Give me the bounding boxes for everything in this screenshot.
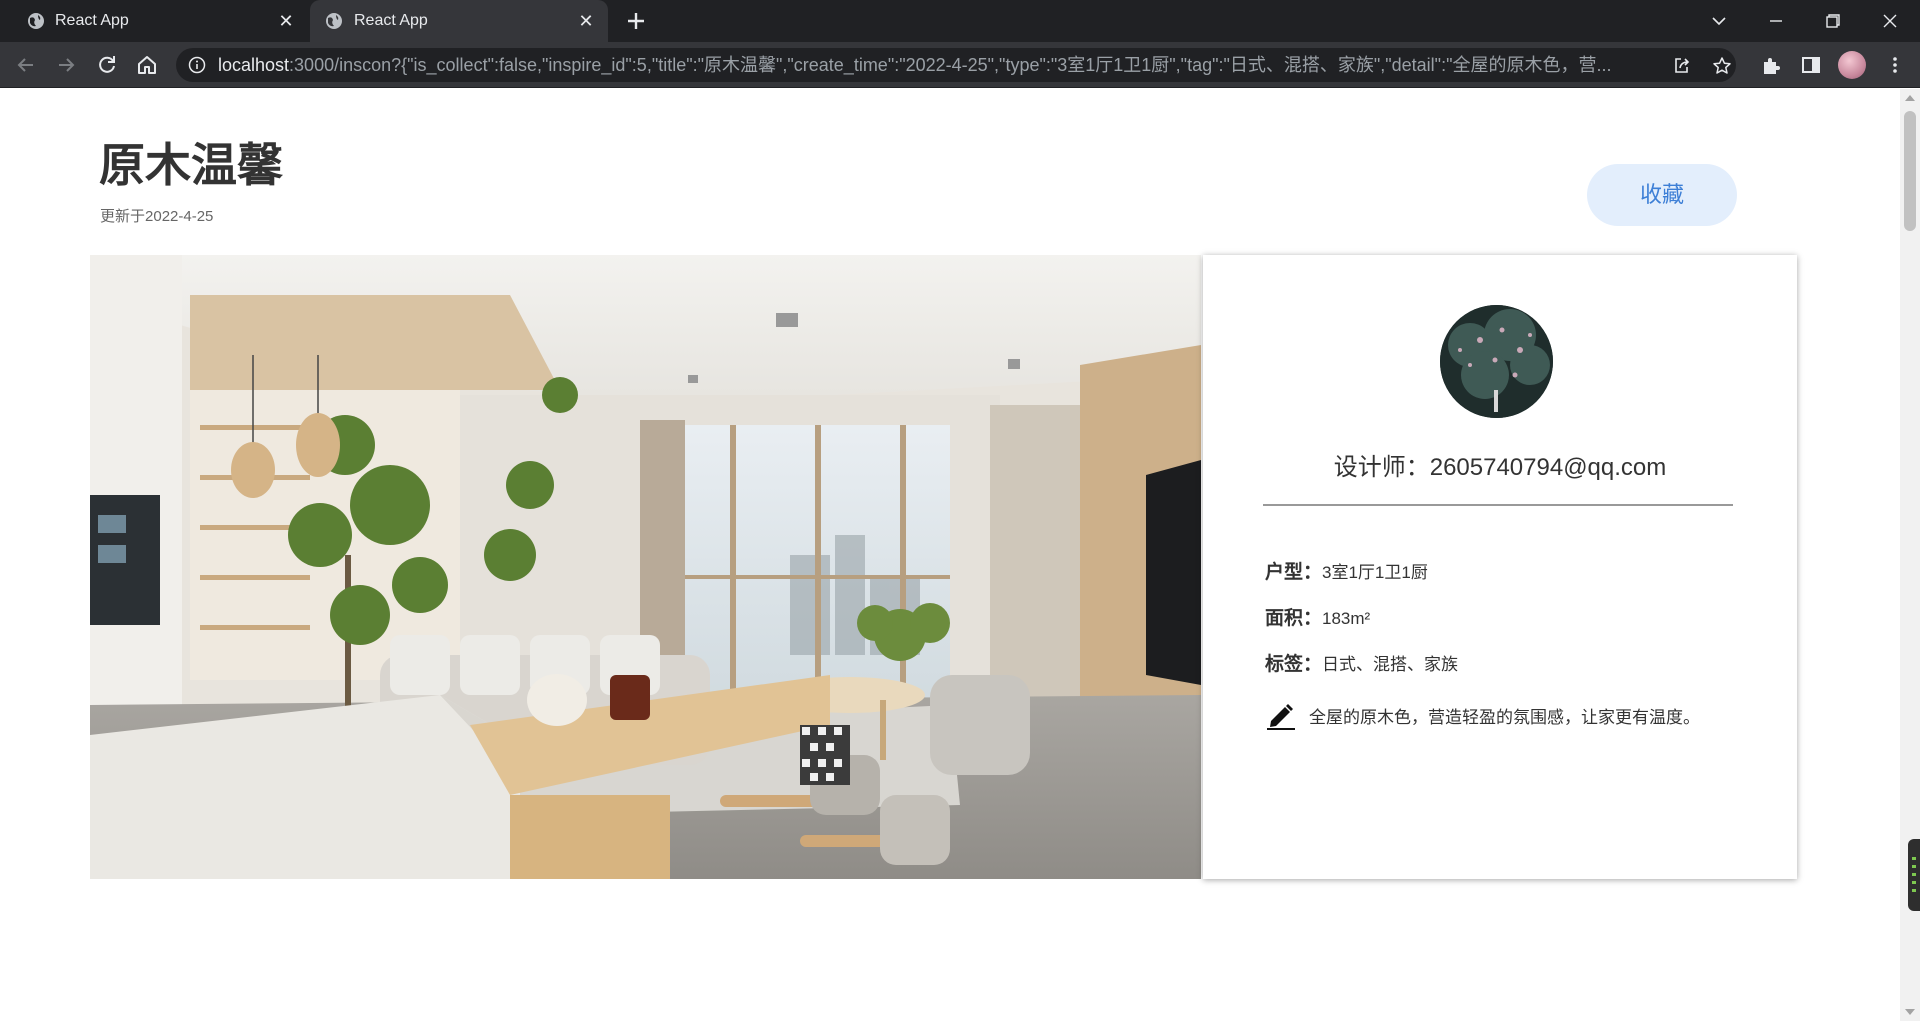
tab-title: React App <box>55 12 129 29</box>
close-icon[interactable]: ✕ <box>576 11 596 31</box>
description: 全屋的原木色，营造轻盈的氛围感，让家更有温度。 <box>1265 699 1700 731</box>
menu-icon[interactable] <box>1884 54 1906 76</box>
collect-button[interactable]: 收藏 <box>1587 164 1737 226</box>
updated-time: 更新于2022-4-25 <box>100 205 213 226</box>
detail-row-tags: 标签：日式、混搭、家族 <box>1265 649 1458 676</box>
scroll-up-arrow[interactable] <box>1905 95 1915 101</box>
home-icon[interactable] <box>135 53 159 77</box>
address-host: localhost <box>218 55 290 75</box>
extensions-icon[interactable] <box>1760 54 1782 76</box>
restore-icon[interactable] <box>1820 8 1846 34</box>
address-url[interactable]: localhost:3000/inscon?{"is_collect":fals… <box>218 48 1638 82</box>
divider <box>1263 504 1733 506</box>
updated-prefix: 更新于 <box>100 208 146 225</box>
page-title: 原木温馨 <box>99 139 283 191</box>
page-content: 原木温馨 更新于2022-4-25 收藏 设计师：2605740794@qq.c… <box>0 89 1900 1021</box>
detail-key: 面积： <box>1265 608 1323 629</box>
reload-icon[interactable] <box>95 53 119 77</box>
avatar-image <box>1440 305 1553 418</box>
info-icon[interactable] <box>188 56 206 74</box>
description-text: 全屋的原木色，营造轻盈的氛围感，让家更有温度。 <box>1309 707 1700 727</box>
detail-row-layout: 户型：3室1厅1卫1厨 <box>1265 557 1428 584</box>
close-icon[interactable]: ✕ <box>276 11 296 31</box>
minimize-icon[interactable] <box>1763 8 1789 34</box>
detail-value: 3室1厅1卫1厨 <box>1322 563 1428 582</box>
sidebar-icon[interactable] <box>1800 54 1822 76</box>
side-widget[interactable] <box>1908 839 1920 911</box>
detail-key: 户型： <box>1265 562 1323 583</box>
profile-avatar[interactable] <box>1838 51 1866 79</box>
browser-tab-2[interactable]: React App ✕ <box>310 0 608 42</box>
designer-line: 设计师：2605740794@qq.com <box>1203 447 1797 482</box>
globe-icon <box>28 13 44 29</box>
back-icon[interactable] <box>14 53 38 77</box>
interior-illustration <box>90 255 1201 879</box>
scroll-down-arrow[interactable] <box>1905 1009 1915 1015</box>
detail-value: 183m² <box>1322 609 1371 628</box>
chevron-down-icon[interactable] <box>1706 8 1732 34</box>
plus-icon[interactable] <box>624 9 648 33</box>
pen-icon <box>1267 704 1295 730</box>
design-info-card: 设计师：2605740794@qq.com 户型：3室1厅1卫1厨 面积：183… <box>1203 255 1797 879</box>
tab-title: React App <box>354 12 428 29</box>
address-path: :3000/inscon?{"is_collect":false,"inspir… <box>289 55 1612 75</box>
designer-email: 2605740794@qq.com <box>1429 454 1667 481</box>
forward-icon[interactable] <box>54 53 78 77</box>
browser-tab-1[interactable]: React App ✕ <box>0 0 308 42</box>
designer-avatar <box>1440 305 1553 418</box>
detail-row-area: 面积：183m² <box>1265 603 1370 630</box>
scroll-thumb[interactable] <box>1904 111 1916 231</box>
detail-value: 日式、混搭、家族 <box>1322 655 1459 674</box>
globe-icon <box>326 13 342 29</box>
interior-photo <box>90 255 1201 879</box>
star-icon[interactable] <box>1712 56 1732 76</box>
address-bar[interactable]: localhost:3000/inscon?{"is_collect":fals… <box>176 48 1736 82</box>
share-icon[interactable] <box>1672 56 1692 76</box>
updated-date: 2022-4-25 <box>145 208 214 225</box>
window-close-icon[interactable] <box>1877 8 1903 34</box>
detail-key: 标签： <box>1265 654 1323 675</box>
designer-label: 设计师： <box>1333 454 1430 481</box>
browser-toolbar: localhost:3000/inscon?{"is_collect":fals… <box>0 42 1920 88</box>
browser-tab-bar: React App ✕ React App ✕ <box>0 0 1920 42</box>
